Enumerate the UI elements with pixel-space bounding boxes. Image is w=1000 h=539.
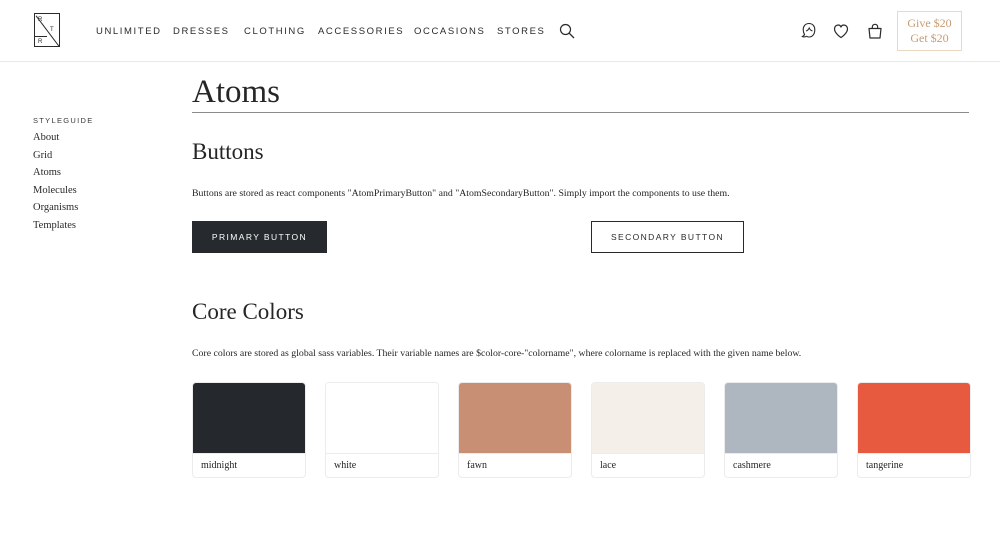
nav-item-occasions[interactable]: OCCASIONS (414, 26, 497, 37)
color-swatch-lace: lace (591, 382, 705, 478)
logo-letter: R (38, 39, 43, 45)
color-chip (858, 383, 970, 454)
buttons-heading: Buttons (192, 139, 264, 164)
color-name: midnight (201, 460, 238, 471)
color-name: cashmere (733, 460, 771, 471)
color-chip (592, 383, 704, 454)
core-colors-description: Core colors are stored as global sass va… (192, 348, 802, 359)
sidebar-item-grid[interactable]: Grid (33, 147, 94, 165)
buttons-description: Buttons are stored as react components "… (192, 188, 730, 199)
secondary-button[interactable]: SECONDARY BUTTON (591, 221, 744, 253)
styleguide-sidebar: STYLEGUIDE About Grid Atoms Molecules Or… (33, 116, 94, 234)
color-swatch-list: midnight white fawn lace cashmere tanger… (192, 382, 971, 478)
sidebar-title: STYLEGUIDE (33, 116, 94, 125)
color-name: lace (600, 460, 617, 471)
color-swatch-cashmere: cashmere (724, 382, 838, 478)
color-swatch-midnight: midnight (192, 382, 306, 478)
nav-item-stores[interactable]: STORES (497, 26, 546, 37)
shopping-bag-icon[interactable] (866, 22, 884, 40)
core-colors-heading: Core Colors (192, 299, 304, 324)
referral-promo-button[interactable]: Give $20 Get $20 (897, 11, 962, 51)
site-header: R T R UNLIMITED DRESSES CLOTHING ACCESSO… (0, 0, 1000, 62)
nav-item-accessories[interactable]: ACCESSORIES (318, 26, 414, 37)
color-name: white (334, 460, 357, 471)
sidebar-item-atoms[interactable]: Atoms (33, 164, 94, 182)
logo-letter: T (50, 27, 54, 33)
stylist-icon[interactable] (800, 22, 818, 40)
main-nav: UNLIMITED DRESSES CLOTHING ACCESSORIES O… (96, 26, 546, 37)
color-swatch-tangerine: tangerine (857, 382, 971, 478)
color-chip (725, 383, 837, 454)
logo-line (35, 36, 47, 37)
heart-icon[interactable] (832, 22, 850, 40)
sidebar-item-templates[interactable]: Templates (33, 217, 94, 235)
nav-item-clothing[interactable]: CLOTHING (244, 26, 318, 37)
color-chip (459, 383, 571, 454)
color-name: tangerine (866, 460, 904, 471)
rtr-logo[interactable]: R T R (34, 13, 60, 47)
sidebar-item-organisms[interactable]: Organisms (33, 199, 94, 217)
color-name: fawn (467, 460, 487, 471)
primary-button[interactable]: PRIMARY BUTTON (192, 221, 327, 253)
sidebar-item-molecules[interactable]: Molecules (33, 182, 94, 200)
sidebar-item-about[interactable]: About (33, 129, 94, 147)
color-swatch-white: white (325, 382, 439, 478)
nav-item-unlimited[interactable]: UNLIMITED (96, 26, 173, 37)
page-title: Atoms (192, 74, 281, 110)
title-divider (192, 112, 969, 113)
promo-line-get: Get $20 (910, 31, 949, 45)
logo-letter: R (38, 17, 43, 23)
nav-item-dresses[interactable]: DRESSES (173, 26, 244, 37)
search-icon[interactable] (559, 23, 575, 39)
color-chip (326, 383, 438, 454)
color-swatch-fawn: fawn (458, 382, 572, 478)
promo-line-give: Give $20 (907, 16, 952, 30)
color-chip (193, 383, 305, 454)
